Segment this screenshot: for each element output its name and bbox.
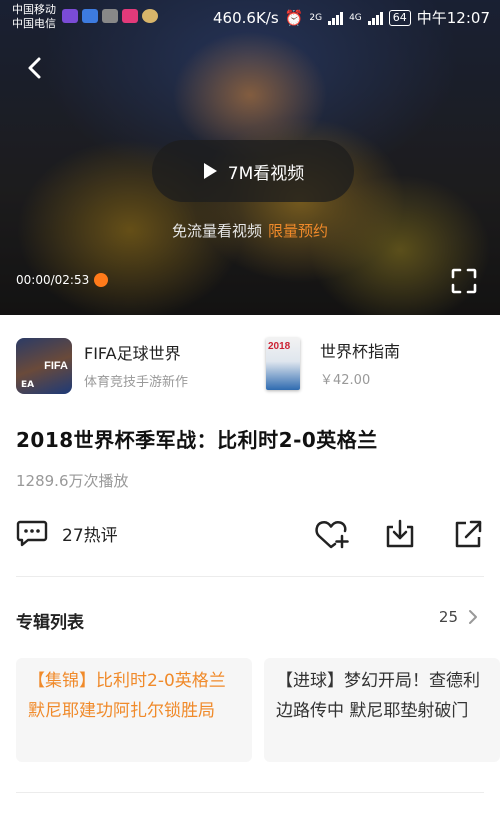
app-notification-icon (122, 9, 138, 23)
alarm-icon: ⏰ (284, 8, 304, 27)
app-notification-icon (142, 9, 158, 23)
signal-icon (367, 11, 383, 25)
product-text: 世界杯指南 ￥42.00 (320, 341, 400, 388)
share-button[interactable] (452, 518, 484, 550)
fullscreen-button[interactable] (451, 268, 477, 294)
divider (16, 792, 484, 793)
net-speed: 460.6K/s (213, 8, 279, 27)
back-button[interactable] (22, 55, 48, 81)
product-price: ￥42.00 (320, 372, 371, 388)
network-2-label: 4G (349, 12, 362, 23)
album-item[interactable]: 【进球】梦幻开局！查德利边路传中 默尼耶垫射破门 (264, 658, 500, 762)
product-fifa[interactable]: FIFA EA FIFA足球世界 体育竞技手游新作 (16, 338, 188, 394)
favorite-button[interactable] (315, 518, 349, 550)
notification-icons (62, 9, 158, 23)
app-notification-icon (102, 9, 118, 23)
status-right: 460.6K/s ⏰ 2G 4G 64 中午12:07 (213, 7, 490, 28)
album-item-text: 【进球】梦幻开局！查德利边路传中 默尼耶垫射破门 (276, 671, 480, 721)
signal-icon (328, 11, 344, 25)
album-list-title: 专辑列表 (16, 613, 84, 633)
clock: 中午12:07 (416, 9, 490, 27)
chevron-right-icon (469, 610, 477, 624)
book-cover-image: 2018 (266, 338, 300, 390)
comment-count: 27热评 (62, 525, 118, 546)
free-data-text: 免流量看视频 (171, 222, 262, 240)
comments-button[interactable]: 27热评 (16, 519, 118, 547)
book-cover-text: 2018 (268, 341, 291, 352)
ea-image-text: EA (21, 380, 35, 390)
play-count: 1289.6万次播放 (16, 472, 129, 490)
product-subtitle: 体育竞技手游新作 (84, 374, 189, 390)
album-item-active[interactable]: 【集锦】比利时2-0英格兰 默尼耶建功阿扎尔锁胜局 (16, 658, 252, 762)
progress-handle[interactable] (94, 273, 108, 287)
carrier-1: 中国移动 (12, 3, 56, 16)
comment-icon (16, 520, 48, 547)
heart-add-icon (315, 521, 349, 549)
product-text: FIFA足球世界 体育竞技手游新作 (84, 343, 188, 390)
free-data-line: 免流量看视频 限量预约 (0, 220, 500, 241)
play-label: 7M看视频 (227, 163, 305, 184)
carrier-info: 中国移动 中国电信 (12, 3, 56, 31)
product-title: 世界杯指南 (320, 341, 401, 361)
carrier-2: 中国电信 (12, 17, 56, 30)
fifa-game-image: FIFA EA (16, 338, 72, 394)
share-icon (455, 520, 482, 548)
fullscreen-icon (451, 268, 477, 294)
album-more-button[interactable]: 25 (439, 608, 478, 626)
network-1-label: 2G (309, 12, 323, 23)
reserve-link[interactable]: 限量预约 (268, 222, 328, 240)
divider (16, 576, 484, 577)
album-count: 25 (438, 608, 458, 626)
battery-icon: 64 (388, 9, 411, 26)
fifa-image-text: FIFA (44, 360, 68, 372)
back-arrow-icon (28, 57, 41, 79)
play-icon (203, 163, 217, 179)
play-button[interactable]: 7M看视频 (152, 140, 354, 202)
video-player[interactable]: 中国移动 中国电信 460.6K/s ⏰ 2G 4G 64 中午12:07 7M… (0, 0, 500, 315)
playback-time: 00:00/02:53 (16, 273, 90, 287)
album-item-text: 【集锦】比利时2-0英格兰 默尼耶建功阿扎尔锁胜局 (28, 671, 226, 721)
download-icon (386, 519, 414, 548)
download-button[interactable] (384, 518, 416, 550)
video-title: 2018世界杯季军战：比利时2-0英格兰 (16, 428, 378, 452)
app-notification-icon (62, 9, 78, 23)
product-title: FIFA足球世界 (84, 343, 181, 363)
product-guide-book[interactable]: 2018 世界杯指南 ￥42.00 (266, 338, 400, 390)
message-notification-icon (82, 9, 98, 23)
status-bar: 中国移动 中国电信 460.6K/s ⏰ 2G 4G 64 中午12:07 (0, 0, 500, 34)
